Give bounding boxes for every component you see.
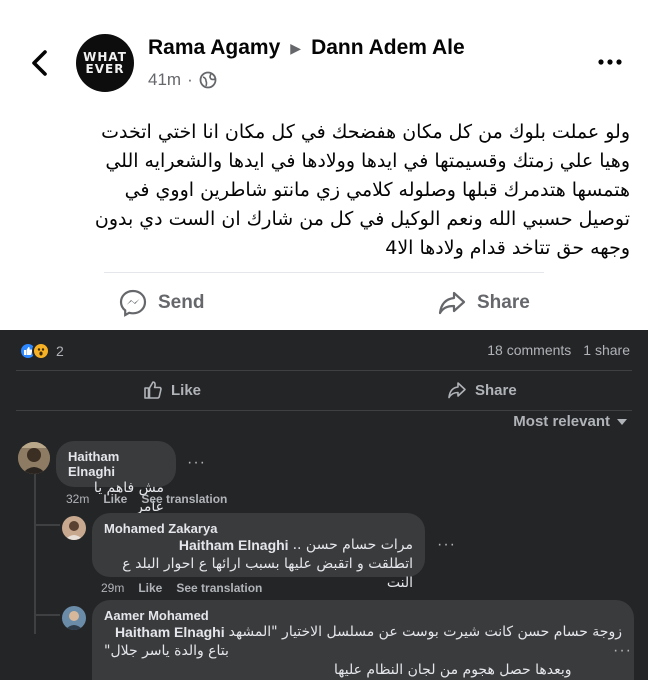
divider bbox=[16, 410, 632, 411]
comment-options-button[interactable]: ··· bbox=[613, 642, 632, 660]
share-arrow-icon bbox=[448, 382, 466, 399]
send-label: Send bbox=[158, 292, 205, 313]
comment-count[interactable]: 18 comments bbox=[487, 342, 571, 358]
like-button[interactable]: Like bbox=[143, 378, 201, 402]
comment-text: مرات حسام حسن .. bbox=[292, 537, 413, 553]
globe-icon bbox=[199, 71, 217, 89]
thread-line bbox=[34, 474, 36, 634]
share-label: Share bbox=[475, 381, 517, 399]
commenter-name[interactable]: Haitham Elnaghi bbox=[68, 449, 164, 479]
commenter-name[interactable]: Mohamed Zakarya bbox=[104, 521, 413, 536]
share-button[interactable]: Share bbox=[437, 286, 530, 320]
comment-options-button[interactable]: ··· bbox=[187, 454, 206, 472]
caret-down-icon bbox=[617, 418, 627, 425]
see-translation-link[interactable]: See translation bbox=[176, 581, 262, 595]
comment-sort-dropdown[interactable]: Most relevant bbox=[513, 413, 628, 430]
triangle-right-icon: ▶ bbox=[290, 39, 302, 56]
messenger-icon bbox=[119, 289, 147, 317]
avatar-text-2: EVER bbox=[85, 62, 125, 76]
comment-text: بتاع والدة ياسر جلال" bbox=[104, 643, 229, 659]
comment-bubble: Aamer Mohamed زوجة حسام حسن كانت شيرت بو… bbox=[92, 600, 634, 680]
wow-reaction-icon bbox=[32, 342, 50, 360]
post-line: توصيل حسبي الله ونعم الوكيل في كل من شار… bbox=[94, 208, 630, 230]
comment-time[interactable]: 29m bbox=[101, 581, 124, 595]
share-arrow-icon bbox=[438, 291, 466, 315]
comment-like-button[interactable]: Like bbox=[103, 492, 127, 506]
thread-connector bbox=[34, 614, 60, 616]
share-label: Share bbox=[477, 292, 530, 313]
comment-options-button[interactable]: ··· bbox=[437, 536, 456, 554]
comment-actions: 32m Like See translation bbox=[66, 492, 241, 506]
comment-text-line: زوجة حسام حسن كانت شيرت بوست عن مسلسل ال… bbox=[104, 623, 622, 642]
post-line: وجهه حق تتاخد قدام ولادها الا4 bbox=[385, 237, 630, 259]
more-dots-icon bbox=[598, 59, 622, 65]
post-body: ولو عملت بلوك من كل مكان هفضحك في كل مكا… bbox=[40, 118, 630, 263]
post-options-button[interactable] bbox=[596, 50, 624, 74]
send-button[interactable]: Send bbox=[118, 286, 204, 320]
target-name[interactable]: Dann Adem Ale bbox=[311, 36, 465, 60]
divider bbox=[16, 370, 632, 371]
comment-text: وبعدها حصل هجوم من لجان النظام عليها bbox=[334, 662, 572, 678]
chevron-left-icon bbox=[32, 50, 47, 76]
meta-separator: · bbox=[187, 70, 193, 89]
post-title: Rama Agamy ▶ Dann Adem Ale bbox=[148, 36, 465, 60]
share-count[interactable]: 1 share bbox=[583, 342, 630, 358]
sort-label: Most relevant bbox=[513, 413, 610, 430]
thread-connector bbox=[34, 524, 60, 526]
author-name[interactable]: Rama Agamy bbox=[148, 36, 280, 60]
comment-text: زوجة حسام حسن كانت شيرت بوست عن مسلسل ال… bbox=[228, 624, 622, 640]
post-line: ولو عملت بلوك من كل مكان هفضحك في كل مكا… bbox=[101, 121, 630, 143]
commenter-avatar[interactable] bbox=[18, 442, 50, 474]
back-button[interactable] bbox=[26, 46, 54, 80]
post-line: هتمسها هتدمرك قبلها وصلوله كلامي زي مانت… bbox=[124, 179, 630, 201]
reaction-count: 2 bbox=[56, 343, 64, 359]
share-button-dark[interactable]: Share bbox=[447, 378, 517, 402]
like-label: Like bbox=[171, 381, 202, 399]
reactions-summary[interactable]: 2 bbox=[19, 342, 64, 360]
comment-bubble: Haitham Elnaghi مش فاهم يا عامر bbox=[56, 441, 176, 515]
post-meta: 41m · bbox=[148, 70, 217, 90]
mention-link[interactable]: Haitham Elnaghi bbox=[179, 536, 289, 555]
commenter-avatar[interactable] bbox=[62, 516, 86, 540]
thumbs-up-icon bbox=[144, 381, 162, 399]
see-translation-link[interactable]: See translation bbox=[141, 492, 227, 506]
comment-time[interactable]: 32m bbox=[66, 492, 89, 506]
comment-text-line: مرات حسام حسن .. Haitham Elnaghi bbox=[104, 536, 413, 555]
mention-link[interactable]: Haitham Elnaghi bbox=[115, 623, 225, 642]
commenter-avatar[interactable] bbox=[62, 606, 86, 630]
divider bbox=[104, 272, 544, 273]
author-avatar[interactable]: WHAT EVER bbox=[76, 34, 134, 92]
post-card: WHAT EVER Rama Agamy ▶ Dann Adem Ale 41m… bbox=[0, 0, 648, 330]
commenter-name[interactable]: Aamer Mohamed bbox=[104, 608, 622, 623]
comment-actions: 29m Like See translation bbox=[101, 581, 276, 595]
engagement-stats: 18 comments 1 share bbox=[487, 342, 630, 358]
post-line: وهيا علي زمتك وقسيمتها في ايدها وولادها … bbox=[105, 150, 630, 172]
comment-bubble: Mohamed Zakarya مرات حسام حسن .. Haitham… bbox=[92, 513, 425, 591]
comments-section: 2 18 comments 1 share Like Share Most re… bbox=[0, 330, 648, 680]
comment-like-button[interactable]: Like bbox=[138, 581, 162, 595]
post-time[interactable]: 41m bbox=[148, 70, 181, 90]
